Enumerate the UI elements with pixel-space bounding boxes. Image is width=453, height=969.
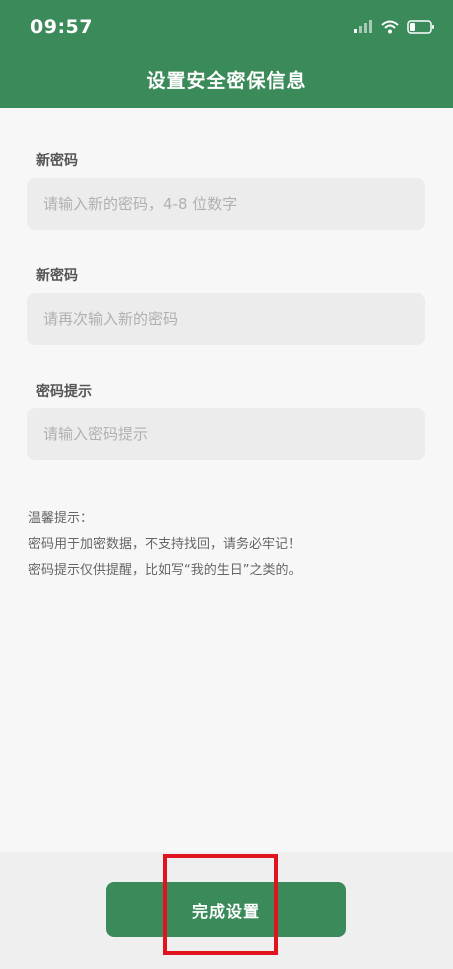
tips-line-2: 密码提示仅供提醒，比如写“我的生日”之类的。 [28,563,302,578]
highlight-box [163,854,278,955]
password-hint-label: 密码提示 [36,384,92,400]
status-icons [353,20,435,34]
confirm-password-label: 新密码 [36,268,78,284]
new-password-label: 新密码 [36,153,78,169]
password-hint-input[interactable] [27,408,425,460]
screen: 09:57 设置安全密保信息 新密码 新密码 密码提示 请输入密码提示 温馨提示… [0,0,453,969]
confirm-password-input[interactable] [27,293,425,345]
signal-icon [354,20,372,33]
tips-line-1: 密码用于加密数据，不支持找回，请务必牢记！ [28,537,302,552]
battery-icon [407,20,434,34]
tips-title: 温馨提示： [28,511,94,526]
status-time: 09:57 [30,16,93,38]
wifi-icon [381,20,399,34]
tips-block: 温馨提示： 密码用于加密数据，不支持找回，请务必牢记！ 密码提示仅供提醒，比如写… [28,506,301,584]
page-title: 设置安全密保信息 [146,70,307,92]
header-bar: 09:57 设置安全密保信息 [0,0,453,108]
new-password-input[interactable] [27,178,425,230]
